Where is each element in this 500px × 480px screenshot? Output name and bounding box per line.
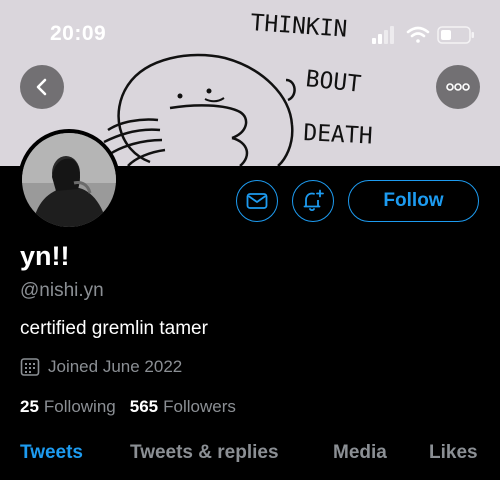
notifications-button[interactable] [292,180,334,222]
profile-tabs: Tweets Tweets & replies Media Likes [0,442,500,472]
signal-icon [372,26,394,44]
following-link[interactable]: 25 Following [20,397,116,417]
follow-button[interactable]: Follow [348,180,479,222]
followers-label: Followers [163,397,236,416]
tab-tweets-replies[interactable]: Tweets & replies [130,442,279,464]
joined-date: Joined June 2022 [20,356,182,378]
followers-link[interactable]: 565 Followers [130,397,236,417]
following-count: 25 [20,397,39,416]
status-bar-time: 20:09 [50,22,107,45]
username-handle: @nishi.yn [20,280,104,301]
followers-count: 565 [129,397,159,416]
calendar-icon [20,358,40,376]
display-name: yn!! [20,241,70,271]
follow-stats: 25 Following 565 Followers [20,397,236,417]
message-button[interactable] [236,180,278,222]
status-bar-icons [372,26,474,44]
profile-bio: certified gremlin tamer [20,318,208,339]
tab-likes[interactable]: Likes [429,442,478,464]
battery-icon [437,26,474,44]
doodle-word-2: BOUT [304,66,362,98]
doodle-word-1: THINKIN [250,10,349,43]
tab-media[interactable]: Media [333,442,387,464]
envelope-icon [246,193,268,209]
more-options-button[interactable] [436,65,480,109]
following-label: Following [43,397,116,416]
avatar-photo [22,133,116,227]
chevron-left-icon [36,78,47,96]
doodle-word-3: DEATH [303,120,374,150]
back-button[interactable] [20,65,64,109]
wifi-icon [406,26,430,43]
joined-label: Joined June 2022 [48,357,183,376]
bell-plus-icon [303,189,324,212]
more-icon [446,83,470,91]
tab-tweets[interactable]: Tweets [20,442,83,464]
profile-avatar[interactable] [18,129,120,231]
